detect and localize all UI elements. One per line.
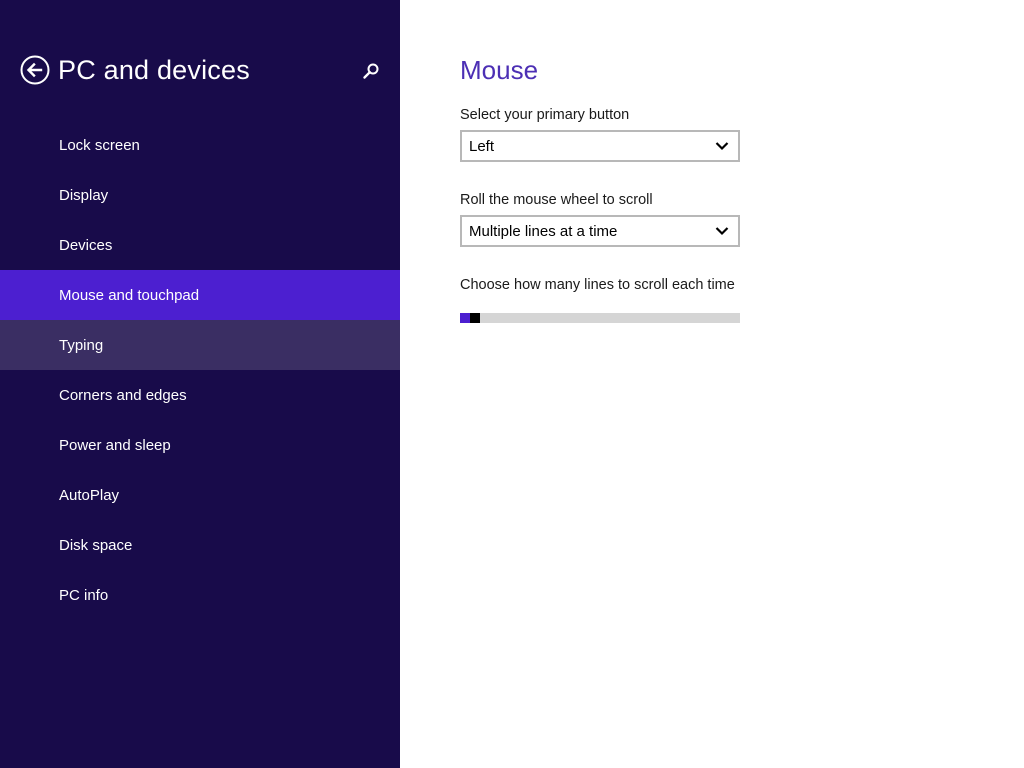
slider-thumb[interactable] xyxy=(470,313,480,323)
sidebar-item-label: Disk space xyxy=(59,536,133,554)
sidebar-item-label: PC info xyxy=(59,586,109,604)
back-button[interactable] xyxy=(20,55,50,85)
primary-button-label: Select your primary button xyxy=(460,107,630,123)
settings-window: PC and devices Lock screen Display Devic… xyxy=(0,0,1024,768)
sidebar-item-corners-and-edges[interactable]: Corners and edges xyxy=(0,370,400,420)
sidebar-item-typing[interactable]: Typing xyxy=(0,320,400,370)
dropdown-value: Multiple lines at a time xyxy=(469,223,618,240)
lines-to-scroll-slider[interactable] xyxy=(460,313,740,323)
search-button[interactable] xyxy=(360,60,382,82)
sidebar-item-label: Devices xyxy=(59,236,113,254)
sidebar-item-label: Power and sleep xyxy=(59,436,171,454)
sidebar-item-lock-screen[interactable]: Lock screen xyxy=(0,120,400,170)
sidebar-item-label: AutoPlay xyxy=(59,486,120,504)
dropdown-value: Left xyxy=(469,138,495,155)
back-arrow-icon xyxy=(20,55,50,85)
chevron-down-icon xyxy=(715,225,729,237)
page-title: PC and devices xyxy=(58,55,250,85)
wheel-scroll-dropdown[interactable]: Multiple lines at a time xyxy=(460,215,740,247)
lines-to-scroll-label: Choose how many lines to scroll each tim… xyxy=(460,277,735,293)
primary-button-dropdown[interactable]: Left xyxy=(460,130,740,162)
sidebar-item-devices[interactable]: Devices xyxy=(0,220,400,270)
sidebar-item-label: Mouse and touchpad xyxy=(59,286,200,304)
slider-fill xyxy=(460,313,470,323)
sidebar-nav: Lock screen Display Devices Mouse and to… xyxy=(0,120,400,620)
main-content: Mouse Select your primary button Left Ro… xyxy=(400,0,1024,768)
sidebar-item-label: Typing xyxy=(59,336,104,354)
sidebar-item-mouse-and-touchpad[interactable]: Mouse and touchpad xyxy=(0,270,400,320)
sidebar-item-display[interactable]: Display xyxy=(0,170,400,220)
sidebar-item-pc-info[interactable]: PC info xyxy=(0,570,400,620)
sidebar-item-autoplay[interactable]: AutoPlay xyxy=(0,470,400,520)
sidebar-item-disk-space[interactable]: Disk space xyxy=(0,520,400,570)
wheel-scroll-label: Roll the mouse wheel to scroll xyxy=(460,192,653,208)
sidebar-item-label: Lock screen xyxy=(59,136,140,154)
sidebar-item-power-and-sleep[interactable]: Power and sleep xyxy=(0,420,400,470)
sidebar: PC and devices Lock screen Display Devic… xyxy=(0,0,400,768)
sidebar-item-label: Corners and edges xyxy=(59,386,187,404)
chevron-down-icon xyxy=(715,140,729,152)
section-title: Mouse xyxy=(460,55,539,85)
search-icon xyxy=(360,60,382,82)
sidebar-item-label: Display xyxy=(59,186,109,204)
